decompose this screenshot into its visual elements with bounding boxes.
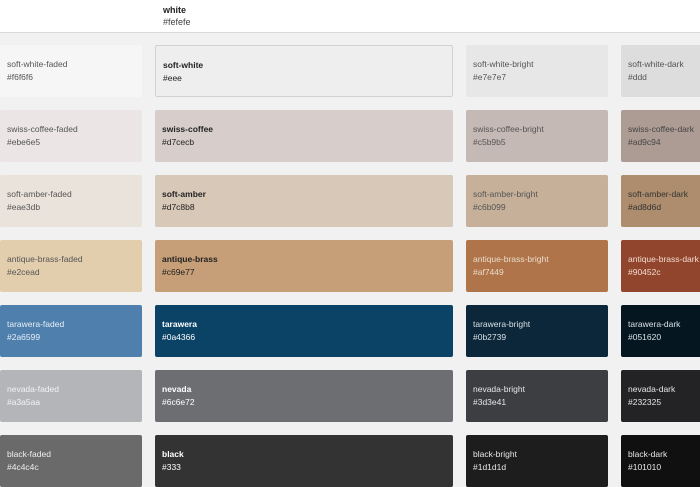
- swatch-name: soft-white-dark: [628, 59, 684, 69]
- swatch-hex: #c5b9b5: [473, 137, 506, 147]
- swatch-name: soft-amber-bright: [473, 189, 538, 199]
- swatch-name: nevada-faded: [7, 384, 59, 394]
- swatch-tarawera-faded[interactable]: tarawera-faded #2a6599: [0, 305, 142, 357]
- swatch-name: soft-white-bright: [473, 59, 534, 69]
- swatch-antique-brass-dark[interactable]: antique-brass-dark #90452c: [621, 240, 700, 292]
- swatch-black-faded[interactable]: black-faded #4c4c4c: [0, 435, 142, 487]
- swatch-black-dark[interactable]: black-dark #101010: [621, 435, 700, 487]
- swatch-name: black: [162, 449, 184, 459]
- swatch-tarawera[interactable]: tarawera #0a4366: [155, 305, 453, 357]
- swatch-name: antique-brass-faded: [7, 254, 83, 264]
- swatch-hex: #2a6599: [7, 332, 41, 342]
- swatch-name: antique-brass-bright: [473, 254, 549, 264]
- swatch-hex: #c6b099: [473, 202, 506, 212]
- swatch-hex: #6c6e72: [162, 397, 195, 407]
- swatch-name: antique-brass: [162, 254, 218, 264]
- swatch-soft-amber[interactable]: soft-amber #d7c8b8: [155, 175, 453, 227]
- swatch-name: antique-brass-dark: [628, 254, 699, 264]
- swatch-swiss-coffee[interactable]: swiss-coffee #d7cecb: [155, 110, 453, 162]
- swatch-hex: #1d1d1d: [473, 462, 507, 472]
- swatch-swiss-coffee-faded[interactable]: swiss-coffee-faded #ebe6e5: [0, 110, 142, 162]
- swatch-name: nevada-bright: [473, 384, 525, 394]
- swatch-hex: #ad9c94: [628, 137, 661, 147]
- swatch-nevada-dark[interactable]: nevada-dark #232325: [621, 370, 700, 422]
- swatch-hex: #f6f6f6: [7, 72, 33, 82]
- swatch-antique-brass-faded[interactable]: antique-brass-faded #e2cead: [0, 240, 142, 292]
- swatch-soft-white[interactable]: soft-white #eee: [155, 45, 453, 97]
- swatch-name: black-faded: [7, 449, 51, 459]
- swatch-hex: #c69e77: [162, 267, 195, 277]
- swatch-black[interactable]: black #333: [155, 435, 453, 487]
- swatch-hex: #101010: [628, 462, 662, 472]
- swatch-hex: #d7c8b8: [162, 202, 195, 212]
- swatch-name: soft-amber-dark: [628, 189, 688, 199]
- swatch-hex: #333: [162, 462, 181, 472]
- swatch-hex: #0b2739: [473, 332, 507, 342]
- swatch-black-bright[interactable]: black-bright #1d1d1d: [466, 435, 608, 487]
- swatch-name: soft-amber: [162, 189, 206, 199]
- swatch-hex: #eee: [163, 73, 182, 83]
- swatch-name: swiss-coffee-dark: [628, 124, 694, 134]
- swatch-name: swiss-coffee-bright: [473, 124, 544, 134]
- swatch-swiss-coffee-dark[interactable]: swiss-coffee-dark #ad9c94: [621, 110, 700, 162]
- swatch-soft-white-bright[interactable]: soft-white-bright #e7e7e7: [466, 45, 608, 97]
- swatch-swiss-coffee-bright[interactable]: swiss-coffee-bright #c5b9b5: [466, 110, 608, 162]
- swatch-hex: #af7449: [473, 267, 504, 277]
- swatch-soft-amber-dark[interactable]: soft-amber-dark #ad8d6d: [621, 175, 700, 227]
- swatch-tarawera-dark[interactable]: tarawera-dark #051620: [621, 305, 700, 357]
- swatch-nevada-bright[interactable]: nevada-bright #3d3e41: [466, 370, 608, 422]
- swatch-hex: #ebe6e5: [7, 137, 41, 147]
- swatch-soft-white-dark[interactable]: soft-white-dark #ddd: [621, 45, 700, 97]
- swatch-soft-amber-bright[interactable]: soft-amber-bright #c6b099: [466, 175, 608, 227]
- swatch-name: soft-amber-faded: [7, 189, 72, 199]
- swatch-hex: #ddd: [628, 72, 647, 82]
- swatch-soft-white-faded[interactable]: soft-white-faded #f6f6f6: [0, 45, 142, 97]
- swatch-hex: #ad8d6d: [628, 202, 662, 212]
- swatch-hex: #3d3e41: [473, 397, 507, 407]
- swatch-name: tarawera-bright: [473, 319, 531, 329]
- swatch-name: black-bright: [473, 449, 517, 459]
- swatch-hex: #eae3db: [7, 202, 41, 212]
- swatch-hex: #d7cecb: [162, 137, 195, 147]
- white-swatch-name: white: [163, 5, 187, 15]
- swatch-name: nevada: [162, 384, 192, 394]
- swatch-name: swiss-coffee-faded: [7, 124, 78, 134]
- swatch-name: soft-white: [163, 60, 204, 70]
- swatch-name: tarawera: [162, 319, 197, 329]
- swatch-tarawera-bright[interactable]: tarawera-bright #0b2739: [466, 305, 608, 357]
- swatch-hex: #a3a5aa: [7, 397, 41, 407]
- swatch-nevada[interactable]: nevada #6c6e72: [155, 370, 453, 422]
- swatch-name: swiss-coffee: [162, 124, 214, 134]
- swatch-name: black-dark: [628, 449, 668, 459]
- swatch-name: tarawera-dark: [628, 319, 681, 329]
- swatch-hex: #051620: [628, 332, 662, 342]
- swatch-hex: #4c4c4c: [7, 462, 39, 472]
- swatch-antique-brass[interactable]: antique-brass #c69e77: [155, 240, 453, 292]
- swatch-soft-amber-faded[interactable]: soft-amber-faded #eae3db: [0, 175, 142, 227]
- white-swatch-header: white #fefefe: [0, 0, 700, 33]
- swatch-name: tarawera-faded: [7, 319, 65, 329]
- swatch-nevada-faded[interactable]: nevada-faded #a3a5aa: [0, 370, 142, 422]
- swatch-hex: #90452c: [628, 267, 661, 277]
- swatch-antique-brass-bright[interactable]: antique-brass-bright #af7449: [466, 240, 608, 292]
- swatch-name: nevada-dark: [628, 384, 676, 394]
- white-swatch-hex: #fefefe: [163, 17, 191, 27]
- swatch-name: soft-white-faded: [7, 59, 68, 69]
- swatch-hex: #e7e7e7: [473, 72, 507, 82]
- swatch-hex: #232325: [628, 397, 662, 407]
- swatch-hex: #e2cead: [7, 267, 40, 277]
- swatch-hex: #0a4366: [162, 332, 196, 342]
